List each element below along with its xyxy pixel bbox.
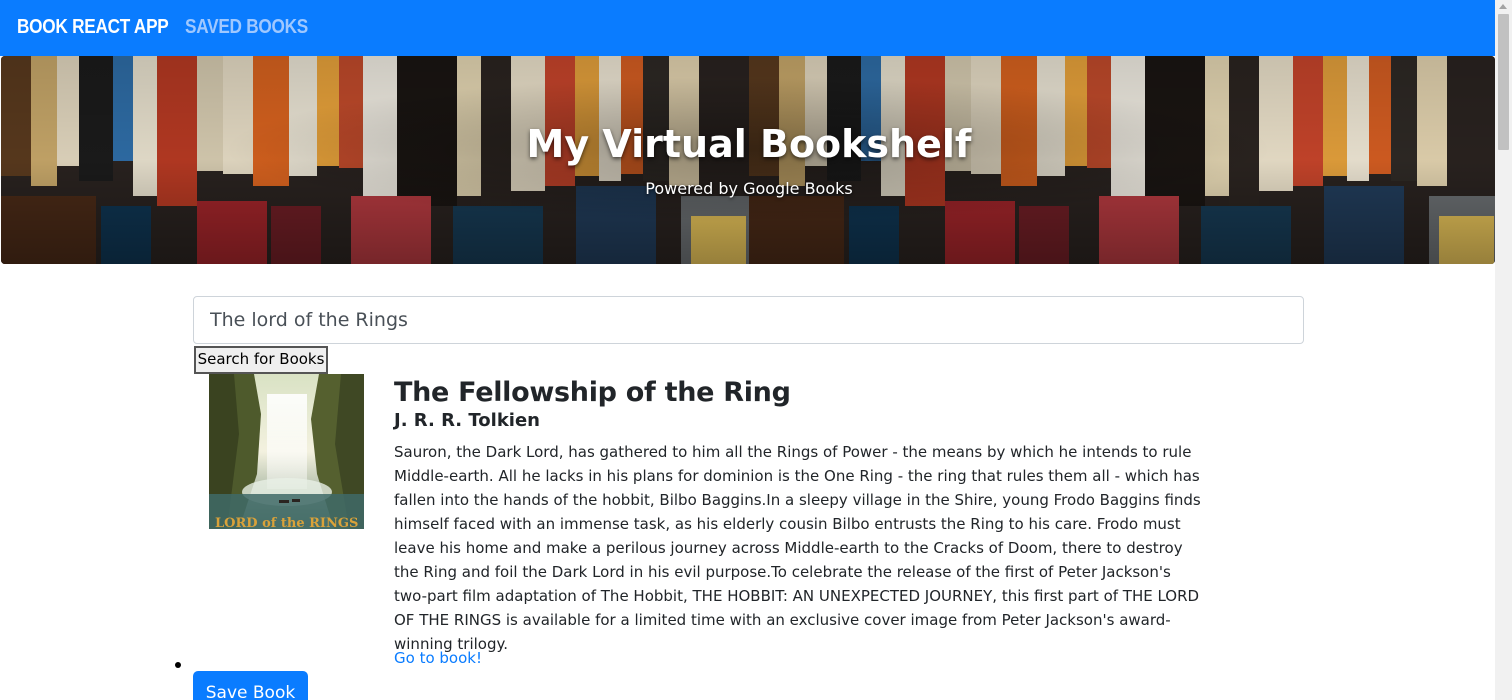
save-book-button[interactable]: Save Book <box>193 671 308 700</box>
book-description: Sauron, the Dark Lord, has gathered to h… <box>394 443 1201 653</box>
page-title: My Virtual Bookshelf <box>526 122 972 166</box>
navbar: BOOK REACT APP SAVED BOOKS <box>0 0 1495 56</box>
scroll-up-arrow-icon[interactable] <box>1499 4 1507 9</box>
hero-banner: My Virtual Bookshelf Powered by Google B… <box>1 56 1495 264</box>
page-scrollbar[interactable] <box>1495 0 1512 700</box>
page: BOOK REACT APP SAVED BOOKS My Virtual Bo… <box>0 0 1512 700</box>
list-bullet <box>175 662 181 668</box>
page-subtitle: Powered by Google Books <box>645 179 853 198</box>
scrollbar-thumb[interactable] <box>1498 14 1509 150</box>
cover-title-text: LORD of the RINGS <box>215 516 358 529</box>
saved-books-link[interactable]: SAVED BOOKS <box>185 16 308 39</box>
go-to-book-link[interactable]: Go to book! <box>394 649 482 667</box>
book-title: The Fellowship of the Ring <box>394 377 791 408</box>
search-books-button[interactable]: Search for Books <box>194 346 328 374</box>
book-cover-image: LORD of the RINGS <box>209 374 364 529</box>
search-input[interactable] <box>193 296 1304 344</box>
brand-link[interactable]: BOOK REACT APP <box>17 16 169 39</box>
book-author: J. R. R. Tolkien <box>394 410 540 431</box>
